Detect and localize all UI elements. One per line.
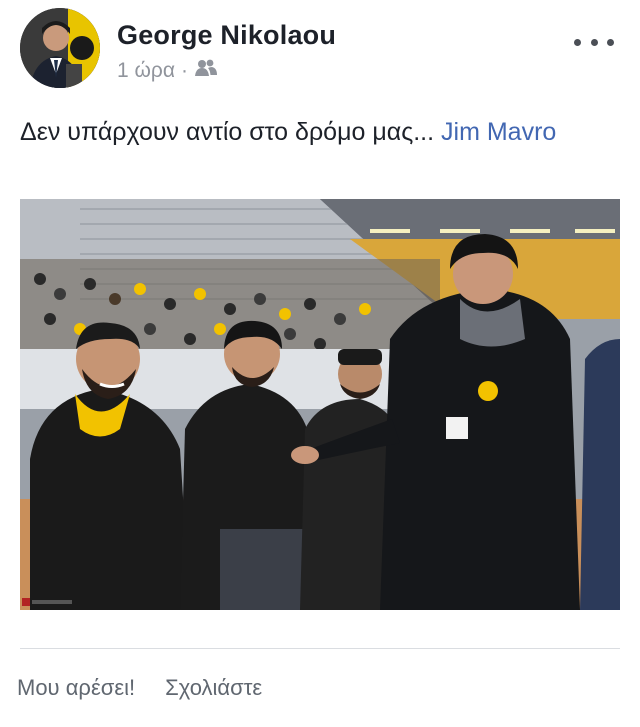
post-timestamp[interactable]: 1 ώρα (117, 59, 175, 83)
more-icon-dot (574, 38, 581, 46)
meta-separator: · (181, 59, 188, 82)
like-button[interactable]: Μου αρέσει! (17, 675, 135, 701)
post-author-name[interactable]: George Nikolaou (117, 20, 336, 51)
tagged-person-link[interactable]: Jim Mavro (441, 118, 556, 146)
more-icon-dot (607, 38, 614, 46)
facebook-post: George Nikolaou 1 ώρα · Δεν υπάρχουν αντ… (0, 0, 640, 727)
post-header: George Nikolaou 1 ώρα · (20, 8, 620, 88)
avatar[interactable] (20, 8, 100, 88)
post-text: Δεν υπάρχουν αντίο στο δρόμο μας... Jim … (20, 114, 580, 150)
post-actions: Μου αρέσει! Σχολιάστε (17, 675, 262, 701)
more-icon-dot (590, 38, 598, 46)
post-meta: 1 ώρα · (117, 58, 218, 84)
post-message: Δεν υπάρχουν αντίο στο δρόμο μας... (20, 118, 442, 146)
post-photo[interactable] (20, 199, 620, 610)
friends-icon (194, 58, 218, 84)
actions-divider (20, 648, 620, 649)
more-options-button[interactable] (574, 32, 614, 52)
comment-button[interactable]: Σχολιάστε (165, 675, 262, 701)
